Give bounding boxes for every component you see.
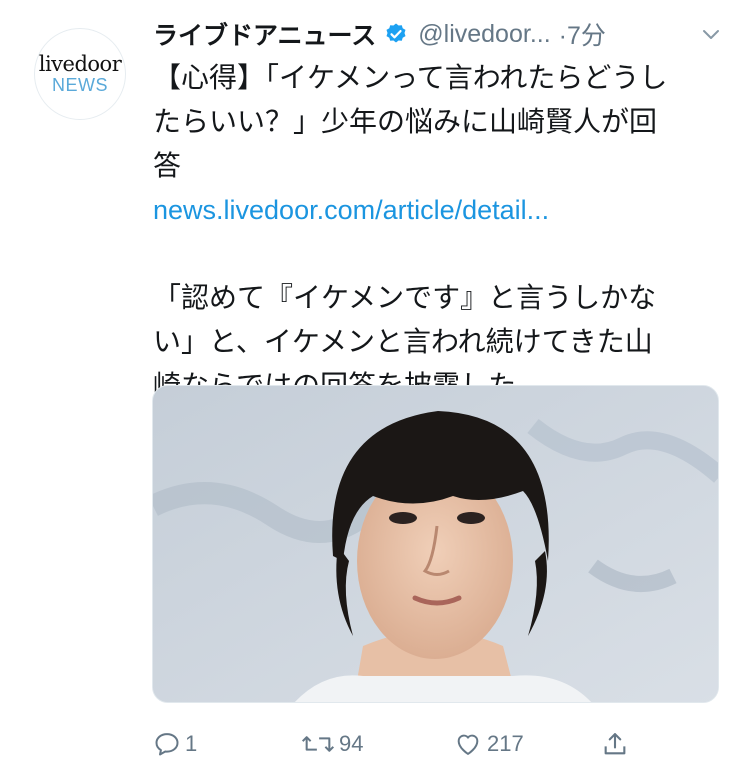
avatar[interactable]: livedoor NEWS	[34, 28, 126, 120]
article-link[interactable]: news.livedoor.com/article/detail...	[153, 188, 713, 232]
retweet-button[interactable]: 94	[301, 722, 363, 766]
reply-icon	[153, 730, 181, 758]
tweet-text-line: 「認めて『イケメンです』と言うしかな	[153, 281, 657, 314]
verified-badge-icon	[384, 22, 408, 46]
like-icon	[453, 730, 483, 758]
share-button[interactable]	[601, 722, 629, 766]
chevron-down-icon[interactable]	[699, 22, 723, 50]
reply-count: 1	[185, 731, 198, 756]
tweet-text-line: 【心得】「イケメンって言われたらどうし	[153, 61, 668, 94]
author-name[interactable]: ライブドアニュース	[153, 16, 376, 52]
tweet-actions: 1 94 217	[153, 722, 673, 766]
author-handle[interactable]: @livedoor...	[418, 20, 550, 49]
tweet-time[interactable]: ·7分	[559, 16, 606, 52]
like-button[interactable]: 217	[453, 722, 524, 766]
avatar-text-news: NEWS	[52, 75, 108, 95]
reply-button[interactable]: 1	[153, 722, 197, 766]
tweet-photo[interactable]	[152, 385, 719, 703]
tweet-text-line: 答	[153, 149, 182, 182]
tweet-header: ライブドアニュース @livedoor... ·7分	[153, 14, 723, 54]
tweet-text-line: たらいい？」少年の悩みに山崎賢人が回	[153, 105, 658, 138]
tweet-body: 【心得】「イケメンって言われたらどうし たらいい？」少年の悩みに山崎賢人が回 答…	[153, 56, 713, 408]
tweet-text-line: い」と、イケメンと言われ続けてきた山	[153, 325, 653, 358]
like-count: 217	[487, 731, 524, 756]
retweet-icon	[301, 730, 335, 758]
share-icon	[601, 730, 629, 758]
avatar-text-livedoor: livedoor	[38, 52, 122, 76]
retweet-count: 94	[339, 731, 364, 756]
photo-portrait-image	[153, 386, 718, 702]
